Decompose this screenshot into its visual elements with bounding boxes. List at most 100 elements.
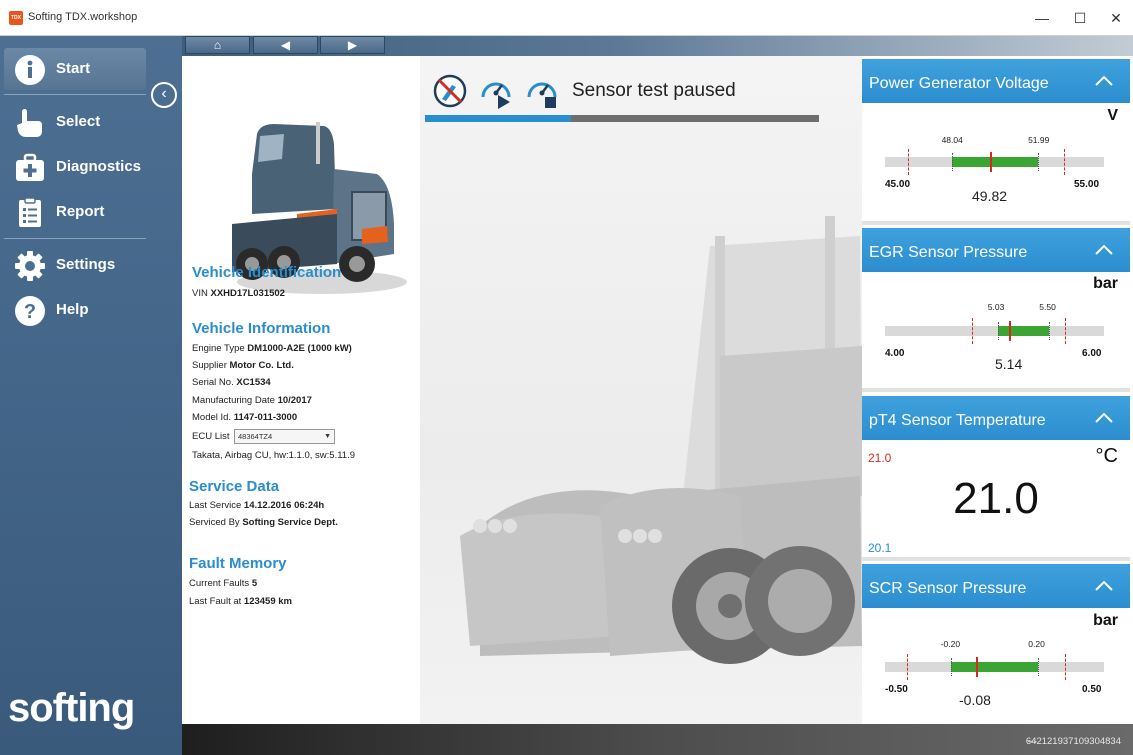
question-icon: ? (15, 296, 45, 326)
gauge-needle (1008, 321, 1011, 341)
last-fault-row: Last Fault at 123459 km (189, 596, 292, 607)
gauge-max-label: 55.00 (1074, 179, 1100, 190)
widget-unit: bar (1093, 612, 1118, 629)
high-threshold-label: 51.99 (1028, 135, 1050, 145)
chevron-up-icon[interactable] (1094, 578, 1114, 594)
chevron-up-icon[interactable] (1094, 242, 1114, 258)
sidebar-item-label: Report (56, 203, 105, 220)
last-service-row: Last Service 14.12.2016 06:24h (189, 500, 325, 511)
gauge-high-threshold-marker (1038, 153, 1040, 171)
chevron-down-icon: ▼ (324, 433, 331, 440)
gauge-max-label: 0.50 (1082, 684, 1102, 695)
vin-row: VIN XXHD17L031502 (192, 288, 285, 299)
sidebar-item-help[interactable]: ? Help (4, 289, 146, 331)
truck-background-image (460, 216, 862, 664)
supplier-row: Supplier Motor Co. Ltd. (192, 360, 294, 371)
temperature-value: 21.0 (953, 474, 1039, 523)
collapse-sidebar-button[interactable]: ‹ (151, 82, 177, 108)
hand-pointer-icon (17, 109, 42, 137)
temperature-max-label: 21.0 (868, 451, 892, 465)
widget-title: pT4 Sensor Temperature (869, 412, 1046, 429)
gauge-value: -0.08 (959, 692, 991, 708)
arrow-left-icon: ◀ (280, 38, 291, 52)
chevron-up-icon[interactable] (1094, 73, 1114, 89)
gauge-stop-icon[interactable] (524, 73, 560, 109)
gauge-min-label: 45.00 (885, 179, 911, 190)
linear-gauge (885, 149, 1104, 175)
sidebar-item-label: Settings (56, 256, 116, 273)
maximize-button[interactable]: ☐ (1064, 6, 1096, 30)
scr-sensor-pressure-widget: SCR Sensor Pressure bar -0.20 0.20 -0.50… (862, 564, 1130, 724)
sensor-test-status: Sensor test paused (572, 80, 736, 101)
vehicle-identification-heading: Vehicle Identification (192, 264, 342, 281)
gauge-high-alarm-marker (1064, 318, 1066, 344)
gauge-needle (989, 152, 992, 172)
power-generator-voltage-widget: Power Generator Voltage V 48.04 51.99 45… (862, 59, 1130, 225)
gauge-play-icon[interactable] (478, 73, 514, 109)
softing-logo: softing (8, 686, 135, 730)
sidebar-item-label: Help (56, 301, 89, 318)
gauge-high-alarm-marker (1064, 654, 1066, 680)
sidebar-item-settings[interactable]: Settings (4, 244, 146, 286)
status-bar: --- 642121937109304834 (182, 724, 1133, 755)
sidebar-item-report[interactable]: Report (4, 191, 146, 233)
gauge-normal-range (950, 662, 1039, 672)
gauge-needle (975, 657, 978, 677)
sidebar-item-diagnostics[interactable]: Diagnostics (4, 146, 146, 188)
home-button[interactable]: ⌂ (185, 36, 250, 54)
gauge-low-threshold-marker (997, 322, 999, 340)
sidebar-item-label: Select (56, 113, 101, 130)
low-threshold-label: 48.04 (941, 135, 963, 145)
stop-test-icon[interactable] (432, 73, 468, 109)
widget-header: EGR Sensor Pressure (862, 228, 1130, 272)
sidebar-item-select[interactable]: Select (4, 101, 146, 143)
sidebar-item-start[interactable]: Start (4, 48, 146, 90)
gauge-high-threshold-marker (1049, 322, 1051, 340)
low-threshold-label: 5.03 (987, 302, 1005, 312)
serviced-by-row: Serviced By Softing Service Dept. (189, 517, 338, 528)
service-data-heading: Service Data (189, 478, 280, 495)
vehicle-information-heading: Vehicle Information (192, 320, 331, 337)
gauge-value: 5.14 (995, 356, 1023, 372)
sidebar-divider (4, 238, 146, 239)
temperature-min-label: 20.1 (868, 541, 892, 555)
high-threshold-label: 0.20 (1028, 639, 1045, 649)
gear-icon (15, 251, 45, 281)
model-id-row: Model Id. 1147-011-3000 (192, 412, 298, 423)
linear-gauge (885, 654, 1104, 680)
gauge-low-threshold-marker (950, 658, 952, 676)
info-icon (15, 55, 45, 85)
app-logo-icon: TDX (9, 11, 23, 25)
sidebar: Start Select Diagnostics Report Settings… (0, 36, 182, 755)
current-faults-row: Current Faults 5 (189, 578, 258, 589)
sidebar-item-label: Diagnostics (56, 158, 142, 175)
chevron-up-icon[interactable] (1094, 410, 1114, 426)
sidebar-item-label: Start (56, 60, 91, 77)
widget-unit: °C (1095, 445, 1118, 467)
engine-type-row: Engine Type DM1000-A2E (1000 kW) (192, 343, 352, 354)
gauge-max-label: 6.00 (1082, 348, 1102, 359)
gauge-normal-range (997, 326, 1050, 336)
sidebar-divider (4, 94, 146, 95)
top-navigation-bar: ⌂ ◀ ▶ (182, 36, 1133, 56)
gauge-low-alarm-marker (972, 318, 974, 344)
manufacturing-date-row: Manufacturing Date 10/2017 (192, 395, 312, 406)
pt4-sensor-temperature-widget: pT4 Sensor Temperature °C 21.0 21.0 20.1 (862, 396, 1130, 561)
forward-button[interactable]: ▶ (320, 36, 385, 54)
ecu-list-select[interactable]: 48364TZ4 ▼ (234, 429, 335, 444)
minimize-button[interactable]: — (1026, 6, 1058, 30)
sensor-widgets: Power Generator Voltage V 48.04 51.99 45… (862, 56, 1133, 724)
gauge-min-label: 4.00 (885, 348, 905, 359)
close-button[interactable]: ✕ (1100, 6, 1132, 30)
gauge-normal-range (951, 157, 1039, 167)
back-button[interactable]: ◀ (253, 36, 318, 54)
widget-unit: bar (1093, 275, 1118, 292)
sensor-test-area: Sensor test paused (420, 56, 862, 724)
widget-title: SCR Sensor Pressure (869, 580, 1027, 597)
gauge-high-alarm-marker (1064, 149, 1066, 175)
linear-gauge (885, 318, 1104, 344)
medical-kit-icon (16, 153, 44, 181)
egr-sensor-pressure-widget: EGR Sensor Pressure bar 5.03 5.50 4.00 6… (862, 228, 1130, 392)
gauge-high-threshold-marker (1038, 658, 1040, 676)
widget-unit: V (1107, 107, 1118, 124)
